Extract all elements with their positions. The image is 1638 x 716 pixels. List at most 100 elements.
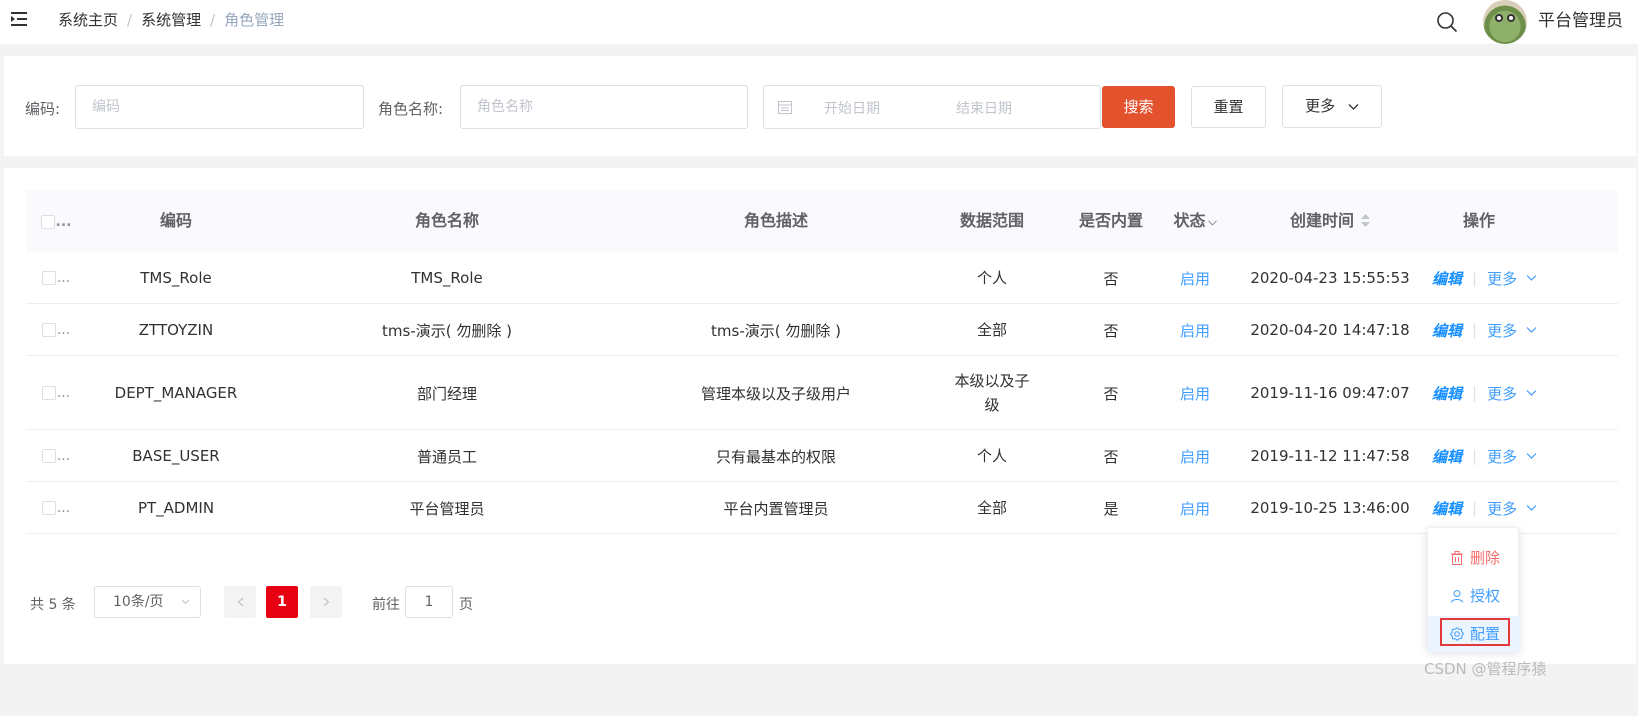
sort-icon[interactable] [1361,214,1370,227]
cell-code-text: DEPT_MANAGER [114,384,238,402]
created-header-label: 创建时间 [1289,211,1354,230]
cell-name: 部门经理 [266,356,628,430]
ellipsis-text: ... [56,500,71,516]
row-checkbox[interactable] [41,271,56,285]
cell-code: BASE_USER [86,430,266,482]
chevron-down-icon[interactable] [1526,326,1537,334]
status-toggle[interactable]: 启用 [1180,320,1210,341]
table-row: ... TMS_Role TMS_Role 个人 否 启用 2020-04-23 15:55… [26,252,1618,304]
cell-actions: 编辑 | 更多 [1432,430,1552,482]
delete-menu-item[interactable]: 删除 [1428,540,1520,576]
next-page-button[interactable] [310,586,342,618]
edit-link[interactable]: 编辑 [1432,498,1462,519]
cell-name: tms-演示( 勿删除 ) [266,304,628,356]
cell-code-text: PT_ADMIN [137,499,215,517]
authorize-menu-item[interactable]: 授权 [1428,578,1520,614]
cell-actions: 编辑 | 更多 [1432,356,1552,430]
column-header-created[interactable]: 创建时间 [1228,190,1432,252]
breadcrumb-separator: / [210,11,216,29]
breadcrumb-home[interactable]: 系统主页 [58,11,118,29]
edit-link[interactable]: 编辑 [1432,268,1462,289]
row-checkbox[interactable] [41,501,56,515]
avatar[interactable] [1483,0,1527,44]
cell-name-text: 普通员工 [416,447,477,466]
cell-created: 2020-04-23 15:55:53 [1228,252,1432,304]
chevron-down-icon[interactable] [1526,452,1537,460]
search-icon[interactable] [1436,11,1458,33]
status-toggle[interactable]: 启用 [1180,383,1210,404]
chevron-down-icon [1348,104,1359,110]
chevron-down-icon[interactable] [1526,274,1537,282]
chevron-down-icon[interactable] [1526,389,1537,397]
goto-label: 前往 [372,597,400,613]
cell-code-text: TMS_Role [140,269,212,287]
more-actions-link[interactable]: 更多 [1487,320,1517,341]
page-size-select[interactable]: 10条/页 [94,586,201,618]
cell-builtin: 否 [1060,430,1162,482]
cell-status: 启用 [1162,252,1228,304]
highlight-frame [1440,618,1510,646]
cell-created-text: 2019-10-25 13:46:00 [1250,499,1410,517]
cell-code: ZTTOYZIN [86,304,266,356]
more-actions-link[interactable]: 更多 [1487,498,1517,519]
status-toggle[interactable]: 启用 [1180,446,1210,467]
menu-fold-icon[interactable] [11,11,29,27]
cell-status: 启用 [1162,356,1228,430]
cell-desc-text: 只有最基本的权限 [715,447,836,466]
cell-builtin: 是 [1060,482,1162,534]
end-date-input[interactable]: 结束日期 [956,98,1012,118]
cell-created-text: 2020-04-20 14:47:18 [1250,321,1410,339]
edit-link[interactable]: 编辑 [1432,383,1462,404]
cell-status: 启用 [1162,304,1228,356]
chevron-down-icon[interactable] [1526,504,1537,512]
more-actions-link[interactable]: 更多 [1487,446,1517,467]
watermark: CSDN @管程序猿 [1424,660,1547,678]
filter-panel: 编码: 角色名称: 开始日期 结束日期 搜索 重置 更多 [4,56,1636,156]
column-header-status[interactable]: 状态 [1162,190,1228,252]
cell-scope: 本级以及子级 [924,356,1060,430]
date-range-picker[interactable]: 开始日期 结束日期 [763,85,1101,129]
table-panel: ... 编码 角色名称 角色描述 数据范围 是否内置 状态 创建时间 操作 ..… [4,168,1636,664]
authorize-label: 授权 [1470,587,1501,605]
cell-desc-text: tms-演示( 勿删除 ) [711,321,841,340]
more-actions-link[interactable]: 更多 [1487,383,1517,404]
cell-created: 2019-11-16 09:47:07 [1228,356,1432,430]
status-toggle[interactable]: 启用 [1180,268,1210,289]
cell-code: PT_ADMIN [86,482,266,534]
start-date-input[interactable]: 开始日期 [824,98,880,118]
reset-button[interactable]: 重置 [1191,86,1266,128]
goto-page-input[interactable] [405,586,453,618]
prev-page-button[interactable] [224,586,256,618]
more-actions-link[interactable]: 更多 [1487,268,1517,289]
status-toggle[interactable]: 启用 [1180,498,1210,519]
cell-code-text: ZTTOYZIN [138,321,214,339]
cell-actions: 编辑 | 更多 [1432,252,1552,304]
breadcrumb-section[interactable]: 系统管理 [141,11,201,29]
role-name-input[interactable] [460,85,748,129]
username[interactable]: 平台管理员 [1538,10,1623,32]
ellipsis-text: ... [56,448,71,464]
edit-link[interactable]: 编辑 [1432,446,1462,467]
edit-link[interactable]: 编辑 [1432,320,1462,341]
action-separator: | [1472,447,1478,465]
cell-created-text: 2019-11-12 11:47:58 [1250,447,1410,465]
cell-created-text: 2019-11-16 09:47:07 [1250,384,1410,402]
column-header-actions: 操作 [1462,211,1495,230]
row-checkbox[interactable] [41,323,56,337]
search-button[interactable]: 搜索 [1102,86,1175,128]
action-separator: | [1472,269,1478,287]
cell-scope-text: 本级以及子级 [954,372,1030,414]
row-checkbox[interactable] [41,449,56,463]
action-separator: | [1472,321,1478,339]
table-header: ... 编码 角色名称 角色描述 数据范围 是否内置 状态 创建时间 操作 [26,190,1618,252]
row-checkbox[interactable] [41,386,56,400]
page-size-value: 10条/页 [113,594,164,610]
code-input[interactable] [75,85,364,129]
role-name-label: 角色名称: [378,100,444,118]
more-filters-button[interactable]: 更多 [1282,85,1382,128]
chevron-left-icon [237,597,243,607]
cell-status: 启用 [1162,430,1228,482]
page-number-1[interactable]: 1 [266,586,298,618]
select-all-checkbox[interactable] [40,214,55,229]
cell-desc [628,252,924,304]
